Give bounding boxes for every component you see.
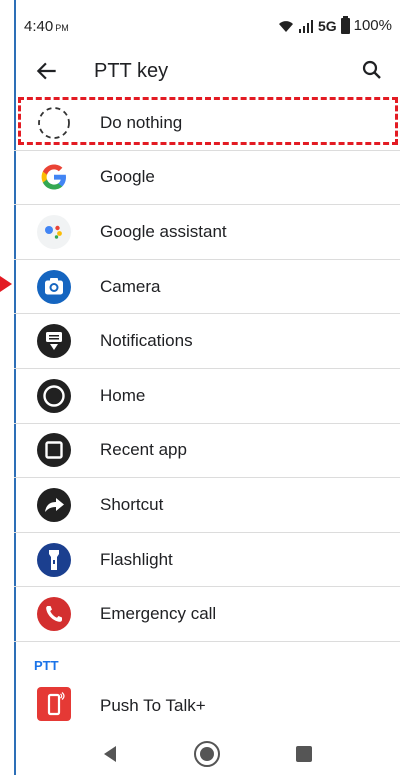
option-label: Push To Talk+: [100, 696, 206, 715]
home-circle-icon: [37, 378, 71, 413]
wifi-icon: [278, 20, 293, 32]
option-push-to-talk[interactable]: Push To Talk+: [14, 678, 400, 732]
app-bar: PTT key: [14, 50, 400, 94]
flashlight-icon: [37, 542, 71, 577]
battery-percent: 100%: [353, 17, 392, 34]
recent-apps-icon: [37, 433, 71, 468]
option-label: Notifications: [100, 331, 193, 351]
notifications-icon: [37, 324, 71, 359]
google-assistant-icon: [37, 214, 71, 249]
status-icons: 5G 100%: [278, 15, 392, 34]
pointer-arrow-icon: [0, 276, 12, 292]
nav-back-icon[interactable]: [96, 740, 124, 768]
search-icon[interactable]: [360, 58, 384, 82]
option-label: Camera: [100, 276, 161, 296]
status-ampm: PM: [55, 23, 69, 33]
option-label: Flashlight: [100, 549, 173, 569]
option-flashlight[interactable]: Flashlight: [14, 533, 400, 588]
options-list: Do nothing Google Google assistant Camer…: [14, 96, 400, 642]
nav-recents-icon[interactable]: [290, 740, 318, 768]
page-title: PTT key: [94, 60, 169, 82]
option-label: Google assistant: [100, 221, 227, 241]
camera-icon: [37, 269, 71, 304]
back-arrow-icon[interactable]: [34, 58, 60, 84]
google-g-icon: [41, 164, 66, 190]
option-google-assistant[interactable]: Google assistant: [14, 205, 400, 260]
status-time: 4:40 PM: [24, 18, 69, 35]
option-label: Shortcut: [100, 494, 164, 514]
option-label: Google: [100, 167, 155, 187]
battery-icon: [340, 15, 350, 34]
section-header-ptt: PTT: [34, 658, 59, 673]
option-label: Do nothing: [100, 112, 183, 132]
status-bar: 4:40 PM 5G 100%: [14, 0, 400, 50]
option-shortcut[interactable]: Shortcut: [14, 478, 400, 533]
network-type: 5G: [317, 17, 337, 34]
status-time-text: 4:40: [24, 18, 54, 35]
option-notifications[interactable]: Notifications: [14, 314, 400, 369]
shortcut-arrow-icon: [37, 487, 71, 522]
option-emergency-call[interactable]: Emergency call: [14, 587, 400, 642]
nav-home-icon[interactable]: [193, 740, 221, 768]
navigation-bar: [14, 732, 400, 775]
option-label: Recent app: [100, 440, 187, 460]
phone-icon: [37, 597, 71, 632]
signal-icon: [298, 19, 313, 33]
option-do-nothing[interactable]: Do nothing: [14, 96, 400, 151]
option-home[interactable]: Home: [14, 369, 400, 424]
push-to-talk-icon: [37, 687, 71, 721]
option-label: Emergency call: [100, 604, 217, 624]
option-label: Home: [100, 385, 146, 405]
option-recent-app[interactable]: Recent app: [14, 424, 400, 479]
option-camera[interactable]: Camera: [14, 260, 400, 315]
option-google[interactable]: Google: [14, 151, 400, 206]
dashed-circle-icon: [38, 106, 70, 139]
